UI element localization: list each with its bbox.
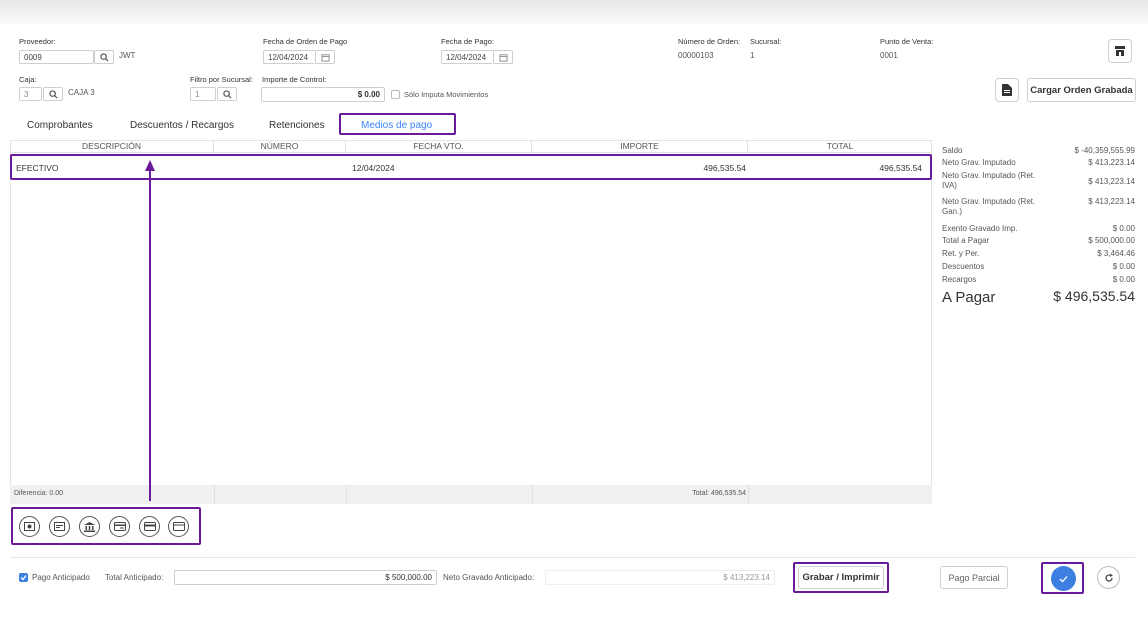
row-descripcion: EFECTIVO xyxy=(16,163,59,173)
cargar-orden-grabada-button[interactable]: Cargar Orden Grabada xyxy=(1027,78,1136,102)
search-sucursal-button[interactable] xyxy=(217,87,237,101)
refresh-icon xyxy=(1104,573,1113,582)
document-button[interactable] xyxy=(995,78,1019,102)
bank-icon[interactable] xyxy=(79,516,100,537)
a-pagar-label: A Pagar xyxy=(942,289,996,306)
caja-name: CAJA 3 xyxy=(68,88,95,97)
proveedor-name: JWT xyxy=(119,51,136,60)
calendar-icon xyxy=(498,53,508,62)
numero-orden-label: Número de Orden: xyxy=(678,37,741,46)
summary-neto-grav-iva: Neto Grav. Imputado (Ret. IVA) $ 413,223.… xyxy=(942,171,1135,190)
document-icon xyxy=(1002,84,1012,96)
check-icon[interactable] xyxy=(49,516,70,537)
summary-exento: Exento Gravado Imp. $ 0.00 xyxy=(942,224,1135,233)
search-caja-button[interactable] xyxy=(43,87,63,101)
tab-retenciones[interactable]: Retenciones xyxy=(269,120,325,131)
punto-venta-label: Punto de Venta: xyxy=(880,37,934,46)
filtro-sucursal-label: Filtro por Sucursal: xyxy=(190,75,253,84)
search-icon xyxy=(99,52,109,62)
col-importe: IMPORTE xyxy=(532,141,748,153)
pago-anticipado-checkbox[interactable] xyxy=(19,573,28,582)
store-icon xyxy=(1115,46,1125,56)
tab-descuentos-recargos[interactable]: Descuentos / Recargos xyxy=(130,120,234,131)
transfer-icon[interactable] xyxy=(109,516,130,537)
filtro-sucursal-input[interactable]: 1 xyxy=(190,87,216,101)
confirm-button[interactable] xyxy=(1051,566,1076,591)
neto-gravado-anticipado-label: Neto Gravado Anticipado: xyxy=(443,573,535,582)
total-anticipado-label: Total Anticipado: xyxy=(105,573,164,582)
pago-anticipado-label: Pago Anticipado xyxy=(32,573,90,582)
col-descripcion: DESCRIPCIÓN xyxy=(10,141,214,153)
row-importe: 496,535.54 xyxy=(703,163,746,173)
credit-card-icon[interactable] xyxy=(139,516,160,537)
fecha-pago-input[interactable]: 12/04/2024 xyxy=(441,50,493,64)
col-numero: NÚMERO xyxy=(214,141,346,153)
summary-total-pagar: Total a Pagar $ 500,000.00 xyxy=(942,236,1135,245)
diferencia-text: Diferencia: 0.00 xyxy=(14,490,64,497)
caja-label: Caja: xyxy=(19,75,37,84)
summary-neto-grav-gan: Neto Grav. Imputado (Ret. Gan.) $ 413,223… xyxy=(942,197,1135,216)
total-text: Total: 496,535.54 xyxy=(692,490,746,497)
debit-card-icon[interactable] xyxy=(168,516,189,537)
pago-parcial-button[interactable]: Pago Parcial xyxy=(940,566,1008,589)
check-mark-icon xyxy=(20,575,27,581)
search-icon xyxy=(48,89,58,99)
cash-icon[interactable] xyxy=(19,516,40,537)
calendar-icon xyxy=(320,53,330,62)
neto-gravado-anticipado-input[interactable]: $ 413,223.14 xyxy=(545,570,775,585)
importe-control-label: Importe de Control: xyxy=(262,75,327,84)
proveedor-label: Proveedor: xyxy=(19,37,56,46)
fecha-orden-calendar-button[interactable] xyxy=(315,50,335,64)
punto-venta-value: 0001 xyxy=(880,51,898,60)
row-fecha-vto: 12/04/2024 xyxy=(352,163,395,173)
grabar-imprimir-button[interactable]: Grabar / Imprimir xyxy=(798,566,884,589)
solo-imputa-checkbox[interactable] xyxy=(391,90,400,99)
summary-neto-grav: Neto Grav. Imputado $ 413,223.14 xyxy=(942,158,1135,167)
solo-imputa-label: Sólo Imputa Movimientos xyxy=(404,90,489,99)
search-proveedor-button[interactable] xyxy=(94,50,114,64)
bottom-divider xyxy=(10,557,1135,558)
top-bar xyxy=(0,0,1148,24)
fecha-orden-label: Fecha de Orden de Pago xyxy=(263,37,348,46)
search-icon xyxy=(222,89,232,99)
summary-descuentos: Descuentos $ 0.00 xyxy=(942,262,1135,271)
tab-highlight-box xyxy=(339,113,456,135)
checkmark-icon xyxy=(1059,575,1068,582)
summary-recargos: Recargos $ 0.00 xyxy=(942,275,1135,284)
store-button[interactable] xyxy=(1108,39,1132,63)
proveedor-code-input[interactable]: 0009 xyxy=(19,50,94,64)
a-pagar-value: $ 496,535.54 xyxy=(1053,288,1135,304)
tab-comprobantes[interactable]: Comprobantes xyxy=(27,120,93,131)
summary-saldo: Saldo $ -40,359,555.99 xyxy=(942,146,1135,155)
col-total: TOTAL xyxy=(826,141,854,151)
sucursal-label: Sucursal: xyxy=(750,37,782,46)
fecha-pago-label: Fecha de Pago: xyxy=(441,37,494,46)
importe-control-input[interactable]: $ 0.00 xyxy=(261,87,385,102)
summary-ret-per: Ret. y Per. $ 3,464.46 xyxy=(942,249,1135,258)
sucursal-value: 1 xyxy=(750,51,755,60)
refresh-button[interactable] xyxy=(1097,566,1120,589)
col-fecha-vto: FECHA VTO. xyxy=(346,141,532,153)
arrow-annotation xyxy=(145,160,155,501)
fecha-pago-calendar-button[interactable] xyxy=(493,50,513,64)
fecha-orden-input[interactable]: 12/04/2024 xyxy=(263,50,315,64)
row-total: 496,535.54 xyxy=(879,163,922,173)
numero-orden-value: 00000103 xyxy=(678,51,714,60)
caja-code-input[interactable]: 3 xyxy=(19,87,42,101)
total-anticipado-input[interactable]: $ 500,000.00 xyxy=(174,570,437,585)
